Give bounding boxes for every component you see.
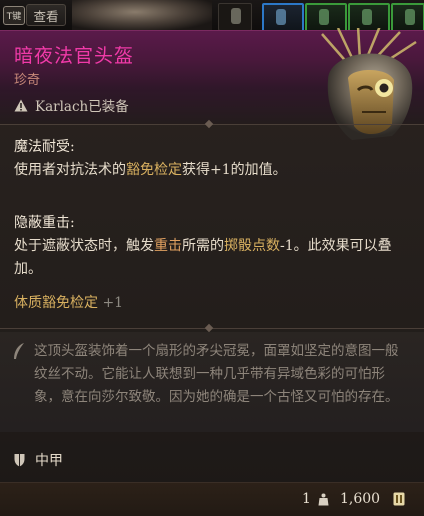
- section-divider: [0, 328, 424, 329]
- item-rarity: 珍奇: [14, 73, 41, 88]
- ability-name: 隐蔽重击:: [14, 215, 75, 231]
- item-tooltip: 暗夜法官头盔 珍奇 Karlach已装备 魔法耐受: 使用者对抗法术的豁免检定获…: [0, 28, 424, 516]
- ability-name: 魔法耐受:: [14, 139, 75, 155]
- keyword-dice-roll[interactable]: 掷骰点数: [224, 238, 280, 254]
- ability-block: 隐蔽重击: 处于遮蔽状态时，触发重击所需的掷骰点数-1。此效果可以叠加。: [14, 212, 412, 281]
- helmet-image: [321, 28, 417, 141]
- flavor-text: 这顶头盔装饰着一个扇形的矛尖冠冕，面罩如坚定的意图一般纹丝不动。它能让人联想到一…: [34, 343, 399, 405]
- keyword-saving-throw[interactable]: 豁免检定: [126, 162, 182, 178]
- armor-type-label: 中甲: [35, 453, 63, 469]
- save-bonus-label[interactable]: 体质豁免检定: [14, 295, 98, 311]
- keyword-critical-hit[interactable]: 重击: [154, 238, 182, 254]
- warning-icon: [14, 99, 28, 112]
- item-name: 暗夜法官头盔: [14, 45, 135, 67]
- ability-block: 魔法耐受: 使用者对抗法术的豁免检定获得+1的加值。: [14, 136, 412, 182]
- weight-value: 1: [302, 491, 311, 507]
- quill-icon: [14, 343, 24, 359]
- ability-description: 处于遮蔽状态时，触发重击所需的掷骰点数-1。此效果可以叠加。: [14, 238, 392, 277]
- armor-type-row: 中甲: [14, 450, 63, 470]
- equipped-status: Karlach已装备: [14, 95, 129, 115]
- flavor-box: 这顶头盔装饰着一个扇形的矛尖冠冕，面罩如坚定的意图一般纹丝不动。它能让人联想到一…: [0, 332, 424, 432]
- armor-icon: [14, 454, 25, 467]
- view-button[interactable]: 查看: [26, 4, 66, 26]
- equipped-label: Karlach已装备: [35, 99, 129, 115]
- character-portrait: [72, 0, 212, 30]
- tooltip-footer: 1 1,600: [0, 482, 424, 516]
- save-bonus-row: 体质豁免检定 +1: [14, 292, 412, 315]
- price-value: 1,600: [340, 491, 381, 507]
- coin-icon: [393, 492, 405, 506]
- top-strip: T键 查看: [0, 0, 424, 33]
- keybind-badge: T键: [3, 6, 25, 25]
- weight-icon: [318, 493, 329, 506]
- ability-description: 使用者对抗法术的豁免检定获得+1的加值。: [14, 162, 287, 178]
- hotbar-slot[interactable]: [218, 3, 252, 31]
- save-bonus-value: +1: [102, 295, 124, 311]
- section-divider: [0, 124, 424, 125]
